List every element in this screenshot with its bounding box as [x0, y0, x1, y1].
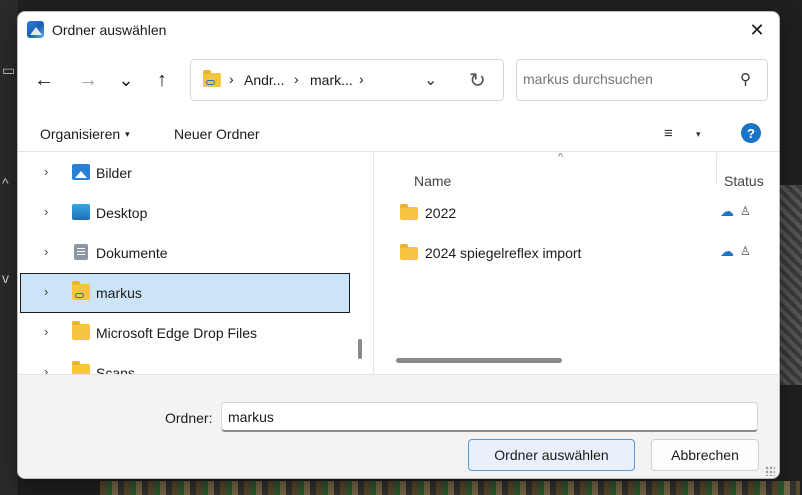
tree-item-label: Dokumente — [96, 245, 168, 261]
person-icon: ♙ — [740, 204, 751, 218]
resize-grip[interactable] — [765, 466, 775, 476]
horizontal-scrollbar[interactable] — [396, 358, 562, 363]
new-folder-button[interactable]: Neuer Ordner — [174, 126, 260, 142]
forward-button[interactable]: → — [74, 66, 102, 94]
tree-item-desktop[interactable]: › Desktop — [20, 193, 350, 233]
address-dropdown-icon[interactable]: ⌄ — [424, 70, 437, 90]
dialog-title: Ordner auswählen — [52, 22, 167, 38]
help-icon[interactable]: ? — [741, 123, 761, 143]
recent-locations-button[interactable]: ⌄ — [112, 66, 140, 94]
app-icon — [27, 21, 44, 38]
cloud-icon: ☁ — [720, 203, 734, 219]
close-button[interactable]: ✕ — [735, 12, 779, 48]
tree-item-label: markus — [96, 285, 142, 301]
tree-item-bilder[interactable]: › Bilder — [20, 153, 350, 193]
tree-scrollbar[interactable] — [358, 339, 362, 359]
breadcrumb-item[interactable]: Andr... — [244, 72, 284, 88]
column-divider[interactable] — [716, 153, 717, 185]
breadcrumb-separator: › — [229, 71, 234, 87]
title-bar: Ordner auswählen ✕ — [18, 12, 779, 48]
dialog-footer: Ordner: Ordner auswählen Abbrechen — [18, 374, 779, 478]
search-input[interactable] — [523, 71, 723, 87]
navigation-bar: ← → ⌄ ↑ › Andr... › mark... › ⌄ ↻ ⚲ — [18, 52, 779, 108]
background-photo-strip — [100, 481, 800, 495]
tree-item-scans[interactable]: › Scans — [20, 353, 350, 375]
chevron-right-icon[interactable]: › — [44, 324, 48, 339]
close-icon: ✕ — [749, 19, 765, 40]
tree-item-edge-drop[interactable]: › Microsoft Edge Drop Files — [20, 313, 350, 353]
breadcrumb-item[interactable]: mark... — [310, 72, 353, 88]
background-photo — [780, 185, 802, 385]
folder-field-label: Ordner: — [165, 410, 213, 426]
search-box[interactable]: ⚲ — [516, 59, 768, 101]
chevron-down-icon: v — [2, 270, 9, 286]
chevron-right-icon[interactable]: › — [44, 164, 48, 179]
background-side-panel: ▭ ^ v — [0, 0, 18, 495]
tree-item-label: Microsoft Edge Drop Files — [96, 325, 258, 341]
chevron-right-icon[interactable]: › — [44, 244, 48, 259]
command-bar: Organisieren ▾ Neuer Ordner ≡ ▾ ? — [18, 116, 779, 152]
view-options-icon[interactable]: ≡ — [664, 125, 673, 142]
tree-item-dokumente[interactable]: › Dokumente — [20, 233, 350, 273]
chevron-right-icon[interactable]: › — [44, 284, 48, 299]
linked-folder-icon — [72, 281, 90, 300]
chevron-right-icon[interactable]: › — [44, 204, 48, 219]
item-name: 2022 — [425, 205, 457, 221]
caret-down-icon: ▾ — [125, 129, 130, 139]
back-button[interactable]: ← — [30, 66, 58, 94]
list-item[interactable]: 2022 ☁ ♙ — [394, 195, 764, 231]
linked-folder-icon — [203, 70, 221, 87]
pictures-icon — [72, 164, 90, 180]
folder-icon: ▭ — [2, 62, 16, 78]
column-header-name[interactable]: Name — [414, 173, 451, 189]
refresh-icon[interactable]: ↻ — [469, 68, 486, 93]
organize-label: Organisieren — [40, 126, 121, 142]
organize-menu[interactable]: Organisieren ▾ — [40, 126, 130, 142]
caret-down-icon[interactable]: ▾ — [696, 129, 701, 140]
chevron-up-icon: ^ — [2, 175, 9, 191]
folder-icon — [400, 244, 418, 260]
arrow-up-icon: ↑ — [157, 68, 167, 91]
person-icon: ♙ — [740, 244, 751, 258]
file-list: ^ Name Status 2022 ☁ ♙ 2024 spiegelrefle… — [374, 153, 779, 375]
list-item[interactable]: 2024 spiegelreflex import ☁ ♙ — [394, 235, 764, 271]
chevron-down-icon: ⌄ — [118, 69, 134, 90]
cloud-icon: ☁ — [720, 243, 734, 259]
folder-field[interactable] — [221, 402, 758, 432]
breadcrumb-separator: › — [294, 71, 299, 87]
desktop-icon — [72, 204, 90, 220]
search-icon[interactable]: ⚲ — [740, 70, 751, 88]
column-header-status[interactable]: Status — [724, 173, 764, 189]
address-bar[interactable]: › Andr... › mark... › ⌄ ↻ — [190, 59, 504, 101]
documents-icon — [74, 244, 88, 260]
tree-item-label: Desktop — [96, 205, 148, 221]
arrow-left-icon: ← — [34, 68, 54, 91]
folder-icon — [72, 321, 90, 340]
navigation-tree: › Bilder › Desktop › Dokumente › markus … — [18, 153, 370, 375]
item-name: 2024 spiegelreflex import — [425, 245, 582, 261]
arrow-right-icon: → — [78, 68, 98, 91]
folder-picker-dialog: Ordner auswählen ✕ ← → ⌄ ↑ › Andr... › m… — [17, 11, 780, 479]
cancel-button[interactable]: Abbrechen — [651, 439, 759, 471]
tree-item-label: Bilder — [96, 165, 132, 181]
folder-icon — [400, 204, 418, 220]
up-button[interactable]: ↑ — [148, 66, 176, 94]
tree-item-markus[interactable]: › markus — [20, 273, 350, 313]
select-folder-button[interactable]: Ordner auswählen — [468, 439, 635, 471]
breadcrumb-separator: › — [359, 71, 364, 87]
sort-ascending-icon: ^ — [558, 153, 564, 163]
